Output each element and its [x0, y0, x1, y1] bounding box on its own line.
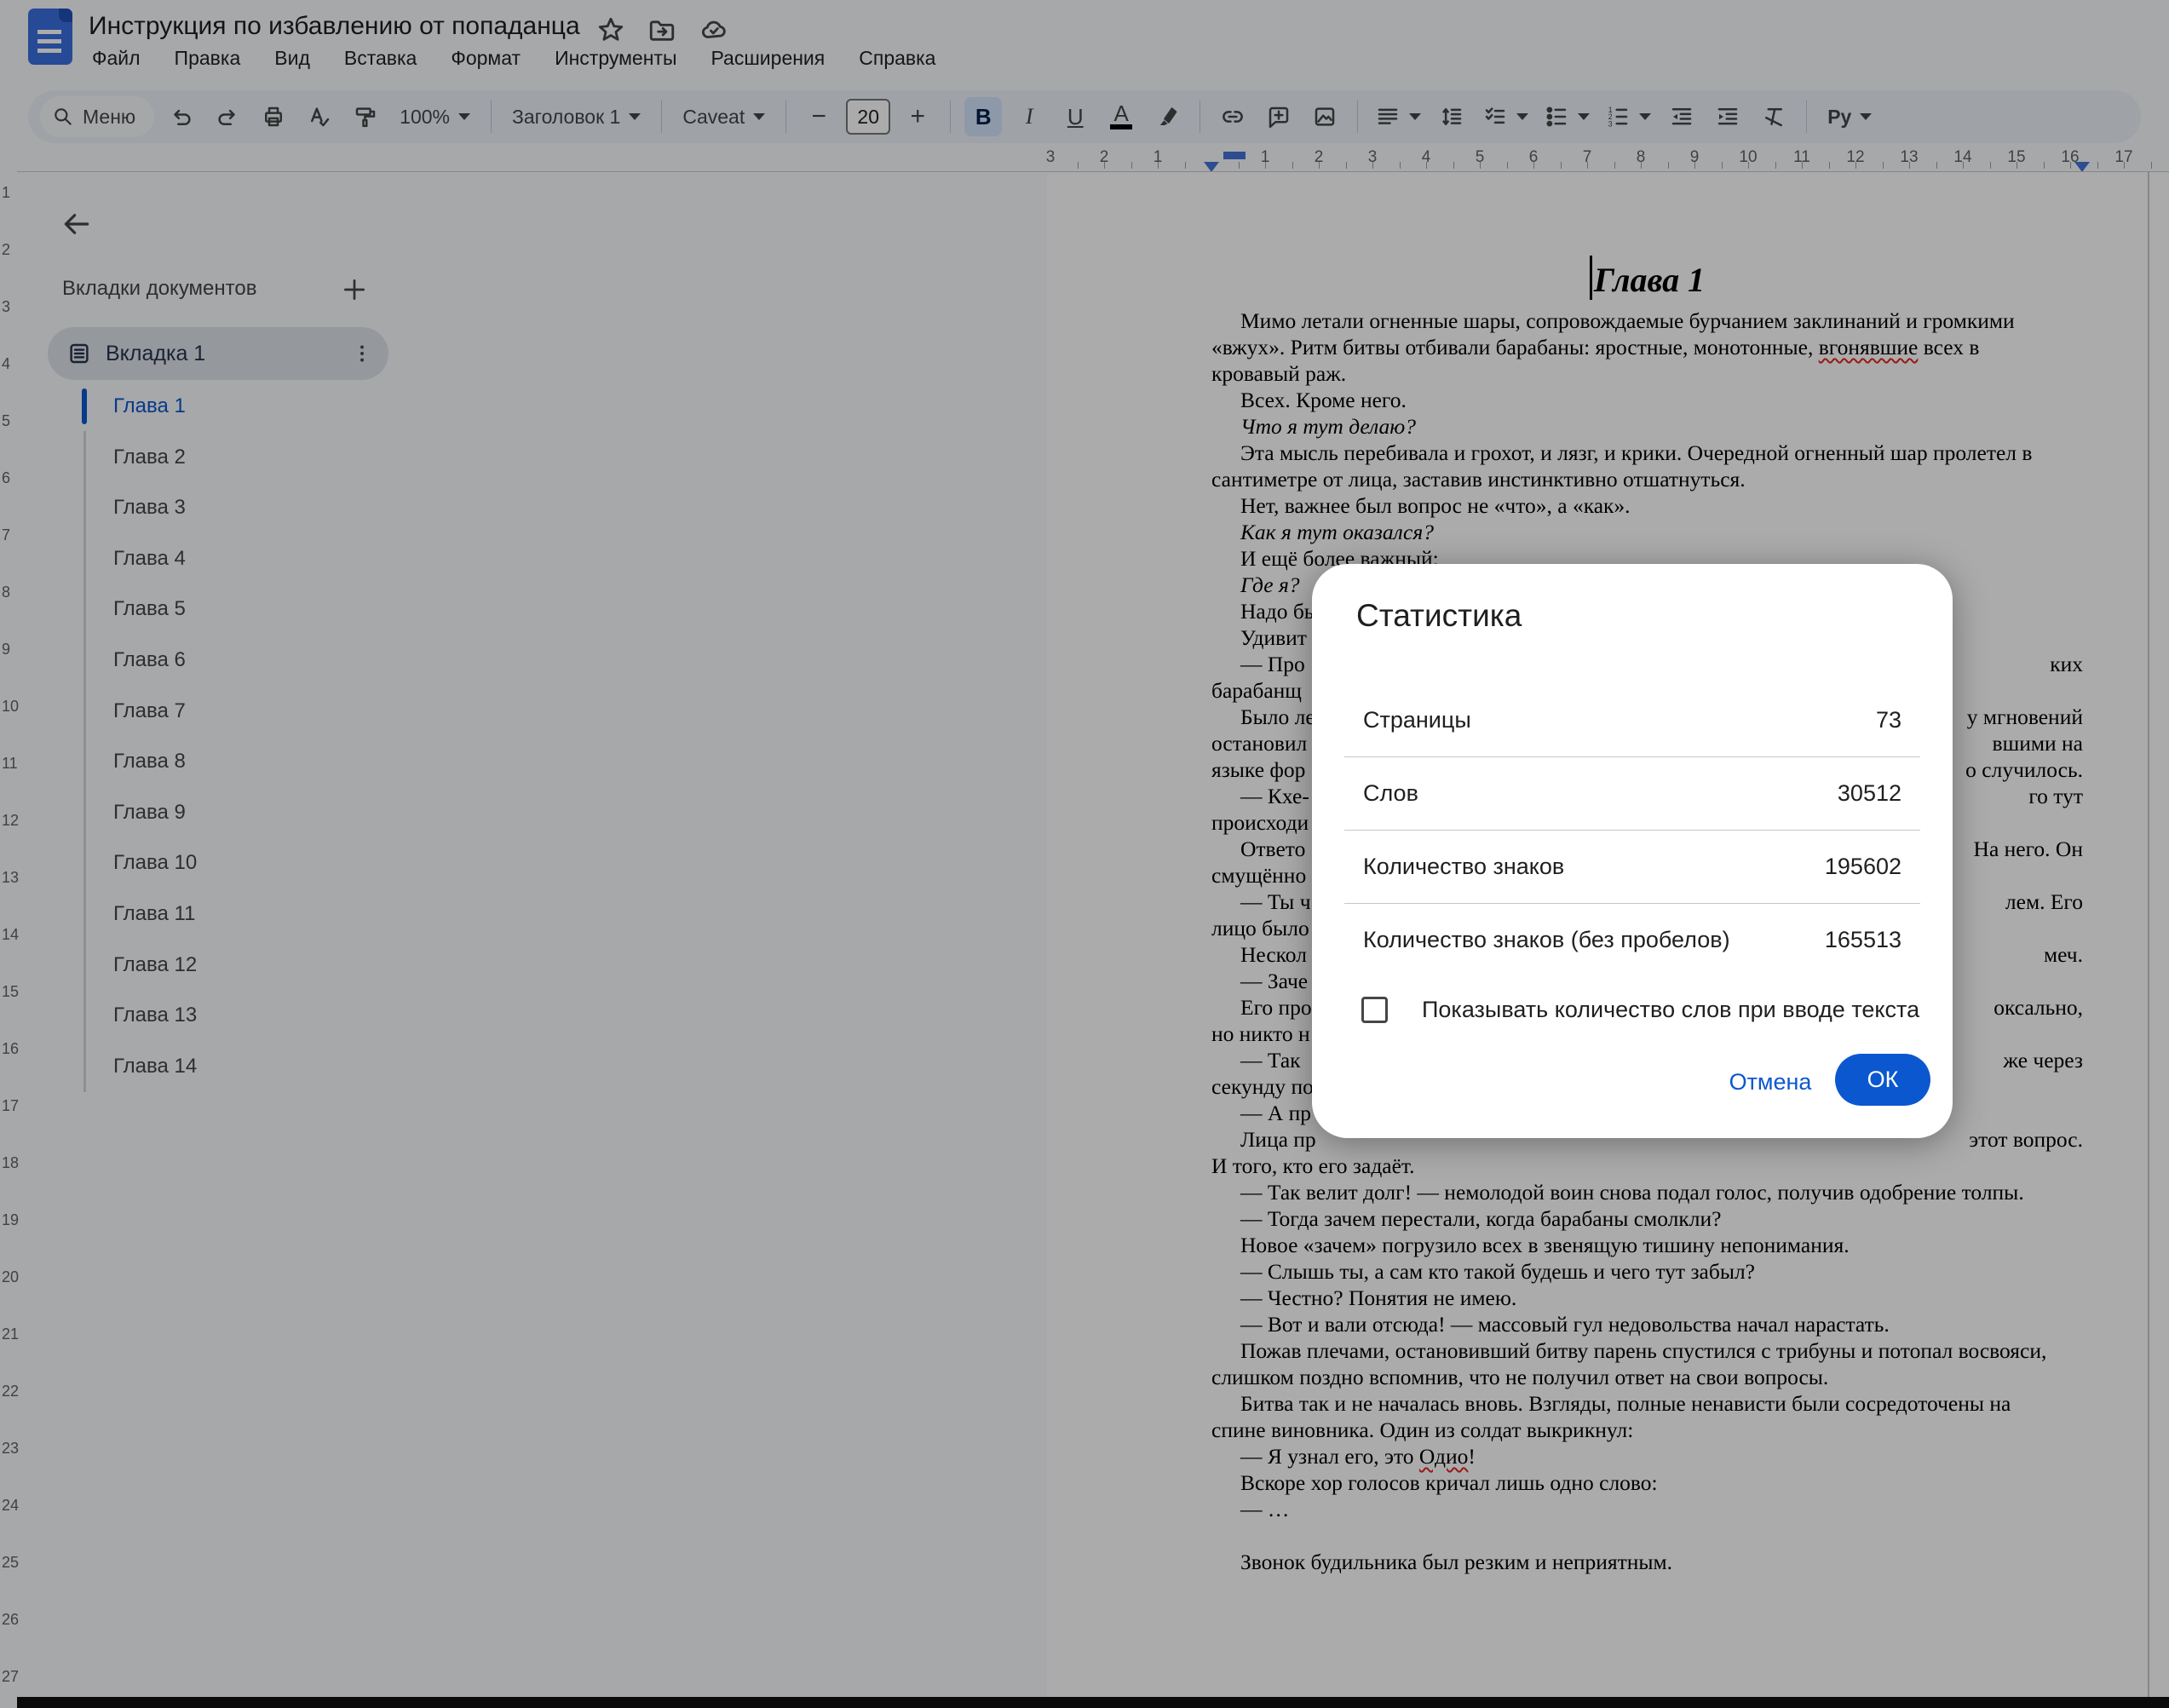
stat-label: Слов	[1363, 780, 1418, 807]
row-divider	[1344, 903, 1920, 904]
row-divider	[1344, 756, 1920, 757]
stat-label: Количество знаков	[1363, 854, 1564, 880]
dialog-title: Статистика	[1356, 598, 1522, 634]
statistics-dialog: Статистика Страницы 73 Слов 30512 Количество…	[1312, 564, 1953, 1138]
stat-value: 165513	[1825, 927, 1901, 953]
ok-button[interactable]: ОК	[1835, 1054, 1930, 1106]
row-divider	[1344, 830, 1920, 831]
checkbox-label: Показывать количество слов при вводе тек…	[1422, 997, 1919, 1023]
stat-value: 195602	[1825, 854, 1901, 880]
cancel-button[interactable]: Отмена	[1711, 1065, 1830, 1099]
stat-value: 73	[1876, 707, 1901, 733]
stat-label: Страницы	[1363, 707, 1471, 733]
stat-value: 30512	[1838, 780, 1901, 807]
word-count-display-option[interactable]: Показывать количество слов при вводе тек…	[1361, 997, 1919, 1023]
stat-label: Количество знаков (без пробелов)	[1363, 927, 1730, 953]
checkbox-unchecked[interactable]	[1361, 997, 1388, 1023]
